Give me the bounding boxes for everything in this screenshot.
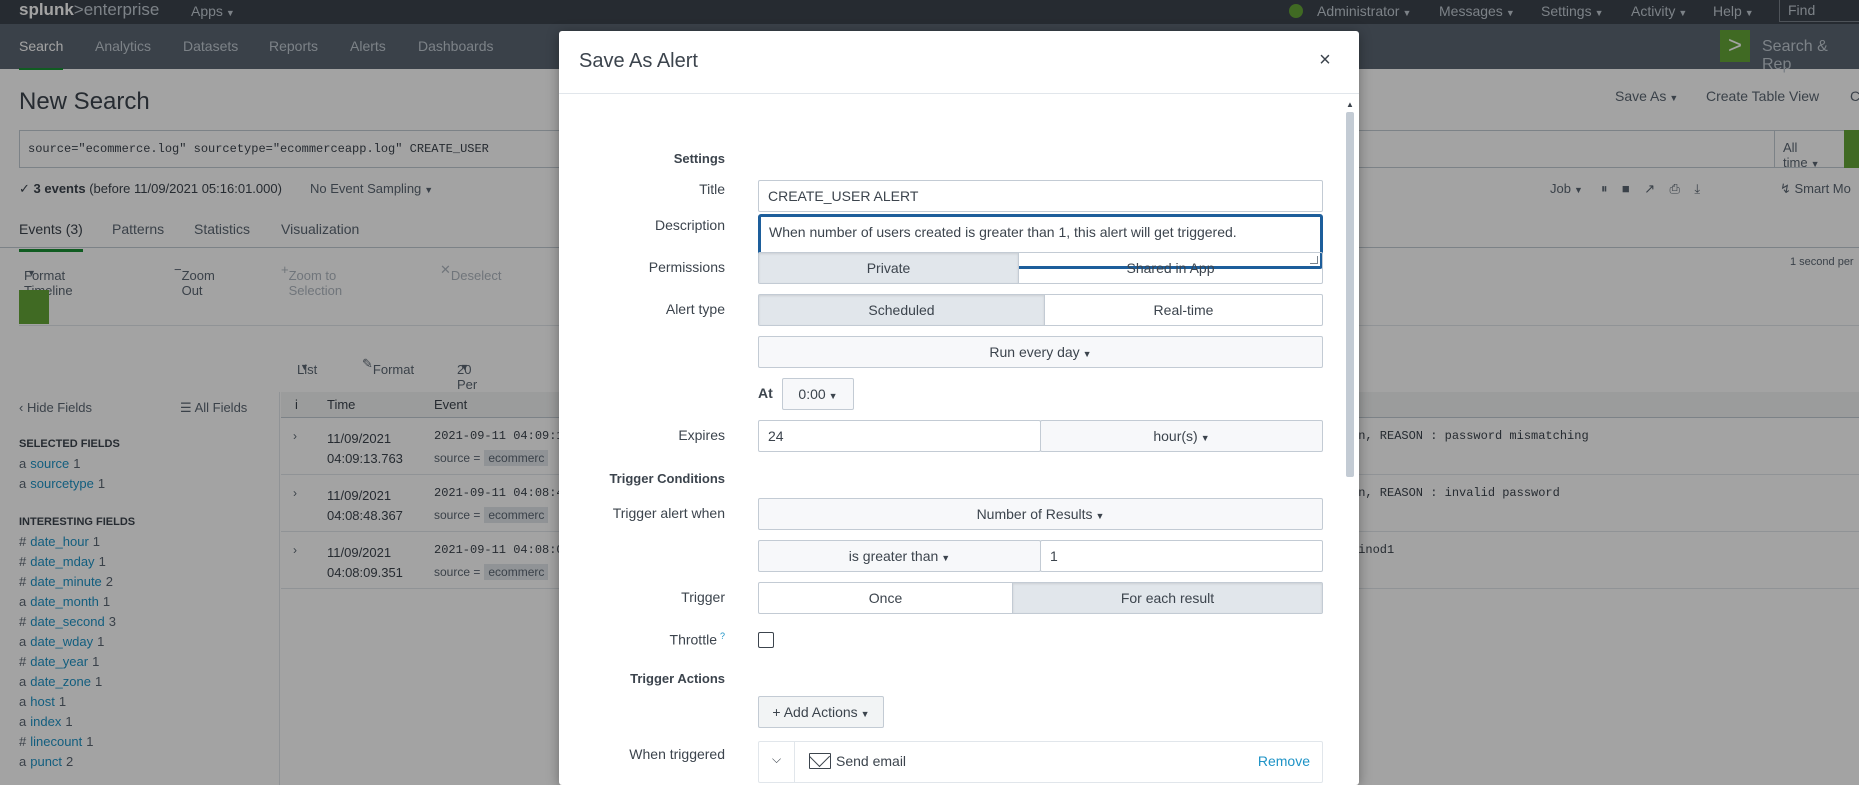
permission-shared-option[interactable]: Shared in App [1019, 253, 1322, 283]
throttle-checkbox[interactable] [758, 632, 774, 648]
trigger-condition-dropdown[interactable]: Number of Results ▼ [758, 498, 1323, 530]
alert-type-realtime-option[interactable]: Real-time [1045, 295, 1322, 325]
trigger-when-label: Trigger alert when [612, 505, 725, 521]
send-email-action: ⌵ Send email Remove [758, 741, 1323, 783]
comparator-dropdown[interactable]: is greater than ▼ [758, 540, 1041, 572]
alert-type-scheduled-option[interactable]: Scheduled [759, 295, 1045, 325]
trigger-each-result-option[interactable]: For each result [1013, 583, 1322, 613]
at-time-dropdown[interactable]: 0:00 ▼ [782, 378, 854, 410]
description-label: Description [654, 217, 725, 233]
permission-private-option[interactable]: Private [759, 253, 1019, 283]
save-as-alert-dialog: Save As Alert × Settings Title CREATE_US… [559, 31, 1359, 785]
permissions-toggle: Private Shared in App [758, 252, 1323, 284]
alert-type-label: Alert type [665, 301, 725, 317]
trigger-actions-heading: Trigger Actions [630, 671, 725, 686]
threshold-input[interactable]: 1 [1040, 540, 1323, 572]
settings-heading: Settings [673, 151, 725, 166]
alert-type-toggle: Scheduled Real-time [758, 294, 1323, 326]
throttle-label: Throttle? [669, 631, 725, 648]
dialog-scrollbar[interactable]: ▲ [1345, 100, 1356, 785]
schedule-dropdown[interactable]: Run every day ▼ [758, 336, 1323, 368]
scroll-thumb[interactable] [1346, 112, 1354, 477]
trigger-once-option[interactable]: Once [759, 583, 1013, 613]
trigger-label: Trigger [681, 589, 725, 605]
action-name: Send email [836, 753, 907, 769]
expires-input[interactable]: 24 [758, 420, 1041, 452]
splunk-window: splunk>enterprise Apps ▼ Administrator ▼ M… [0, 0, 1859, 785]
help-icon[interactable]: ? [720, 631, 725, 641]
trigger-conditions-heading: Trigger Conditions [609, 471, 725, 486]
permissions-label: Permissions [648, 259, 725, 275]
expires-label: Expires [678, 427, 725, 443]
dialog-title: Save As Alert [579, 50, 698, 72]
close-icon[interactable]: × [1314, 50, 1336, 72]
when-triggered-label: When triggered [629, 746, 725, 762]
scroll-up-icon[interactable]: ▲ [1346, 100, 1354, 109]
title-input[interactable]: CREATE_USER ALERT [758, 180, 1323, 212]
dialog-body: Settings Title CREATE_USER ALERT Descrip… [559, 95, 1344, 785]
chevron-down-icon[interactable]: ⌵ [759, 742, 795, 782]
expires-unit-dropdown[interactable]: hour(s) ▼ [1040, 420, 1323, 452]
at-label: At [758, 385, 773, 401]
title-label: Title [699, 181, 725, 197]
remove-action-link[interactable]: Remove [1258, 753, 1310, 769]
add-actions-button[interactable]: + Add Actions ▼ [758, 696, 884, 728]
email-icon [809, 753, 831, 769]
dialog-header: Save As Alert × [559, 31, 1359, 94]
trigger-mode-toggle: Once For each result [758, 582, 1323, 614]
